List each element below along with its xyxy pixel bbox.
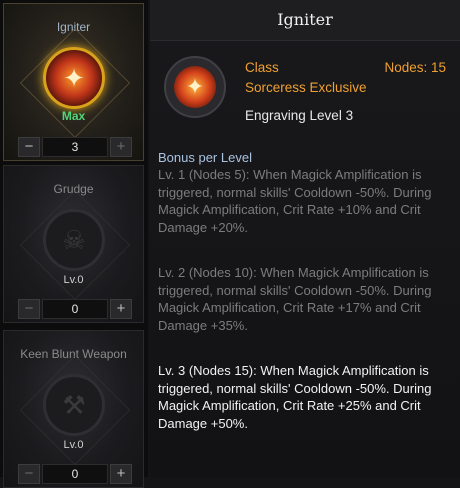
engraving-detail-panel: Igniter ✦ Class Nodes: 15 Sorceress Excl… [150, 0, 460, 477]
decrease-button[interactable]: − [18, 464, 40, 484]
engraving-level: Lv.0 [63, 274, 84, 286]
level-value[interactable]: 0 [42, 464, 108, 484]
level-3-description: Lv. 3 (Nodes 15): When Magick Amplificat… [158, 363, 432, 431]
decrease-button[interactable]: − [18, 299, 40, 319]
bonus-heading: Bonus per Level [158, 150, 252, 165]
engraving-list: Igniter ✦ Max − 3 + Grudge ☠ Lv.0 − 0 + … [0, 0, 148, 488]
skull-icon: ☠ [43, 209, 105, 271]
flame-icon: ✦ [43, 47, 105, 109]
level-1-description: Lv. 1 (Nodes 5): When Magick Amplificati… [158, 167, 432, 235]
class-name: Sorceress Exclusive [245, 80, 367, 95]
hammer-icon: ⚒ [43, 374, 105, 436]
nodes-count: Nodes: 15 [384, 60, 446, 75]
engraving-card-grudge[interactable]: Grudge ☠ Lv.0 − 0 + [3, 165, 144, 323]
level-stepper: − 0 + [18, 299, 132, 319]
class-label: Class [245, 60, 279, 75]
engraving-level-text: Engraving Level 3 [245, 108, 354, 123]
engraving-card-keen-blunt-weapon[interactable]: Keen Blunt Weapon ⚒ Lv.0 − 0 + [3, 330, 144, 488]
flame-icon: ✦ [164, 56, 226, 118]
engraving-card-igniter[interactable]: Igniter ✦ Max − 3 + [3, 3, 144, 161]
increase-button[interactable]: + [110, 299, 132, 319]
level-value[interactable]: 0 [42, 299, 108, 319]
level-value[interactable]: 3 [42, 137, 108, 157]
level-stepper: − 0 + [18, 464, 132, 484]
level-2-description: Lv. 2 (Nodes 10): When Magick Amplificat… [158, 265, 432, 333]
decrease-button[interactable]: − [18, 137, 40, 157]
engraving-level: Max [61, 109, 86, 123]
level-stepper: − 3 + [18, 137, 132, 157]
increase-button[interactable]: + [110, 464, 132, 484]
engraving-level: Lv.0 [63, 439, 84, 451]
panel-title: Igniter [150, 0, 460, 41]
increase-button[interactable]: + [110, 137, 132, 157]
